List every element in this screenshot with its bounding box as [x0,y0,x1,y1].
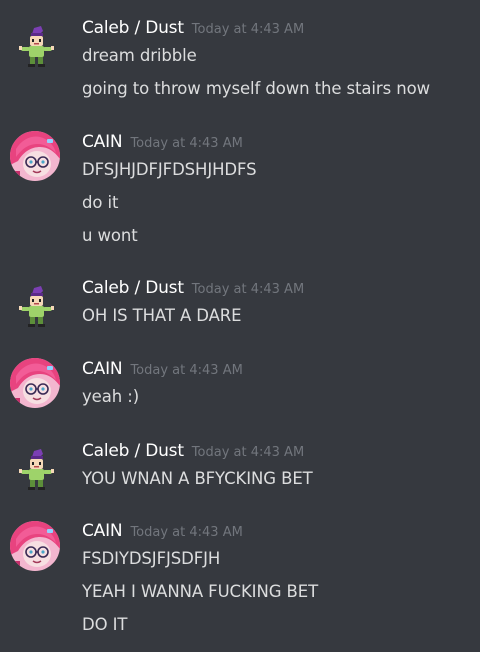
timestamp: Today at 4:43 AM [130,136,243,151]
username[interactable]: CAIN [82,359,123,379]
message-text: DO IT [82,615,128,634]
timestamp: Today at 4:43 AM [130,525,243,540]
timestamp: Today at 4:43 AM [191,22,305,37]
timestamp: Today at 4:43 AM [191,282,305,297]
message-header: Caleb / Dust Today at 4:43 AM [82,278,304,298]
dust-sprite-icon[interactable] [10,445,60,495]
message-text: FSDIYDSJFJSDFJH [82,549,221,568]
timestamp: Today at 4:43 AM [191,445,305,460]
timestamp: Today at 4:43 AM [130,363,243,378]
message-header: CAIN Today at 4:43 AM [82,132,243,152]
message-header: CAIN Today at 4:43 AM [82,359,243,379]
message-text: do it [82,193,119,212]
username[interactable]: Caleb / Dust [82,441,184,461]
message-header: Caleb / Dust Today at 4:43 AM [82,18,304,38]
username[interactable]: CAIN [82,132,123,152]
message-text: going to throw myself down the stairs no… [82,79,430,98]
message-text: dream dribble [82,46,197,65]
dust-sprite-icon[interactable] [10,22,60,72]
cain-pink-hair-avatar[interactable] [10,521,60,571]
username[interactable]: CAIN [82,521,123,541]
message-text: YOU WNAN A BFYCKING BET [82,469,313,488]
message-text: YEAH I WANNA FUCKING BET [82,582,319,601]
message-header: Caleb / Dust Today at 4:43 AM [82,441,304,461]
message-text: DFSJHJDFJFDSHJHDFS [82,160,257,179]
message-text: yeah :) [82,387,140,406]
cain-pink-hair-avatar[interactable] [10,358,60,408]
username[interactable]: Caleb / Dust [82,18,184,38]
message-text: OH IS THAT A DARE [82,306,242,325]
dust-sprite-icon[interactable] [10,282,60,332]
username[interactable]: Caleb / Dust [82,278,184,298]
cain-pink-hair-avatar[interactable] [10,131,60,181]
message-text: u wont [82,226,138,245]
message-header: CAIN Today at 4:43 AM [82,521,243,541]
